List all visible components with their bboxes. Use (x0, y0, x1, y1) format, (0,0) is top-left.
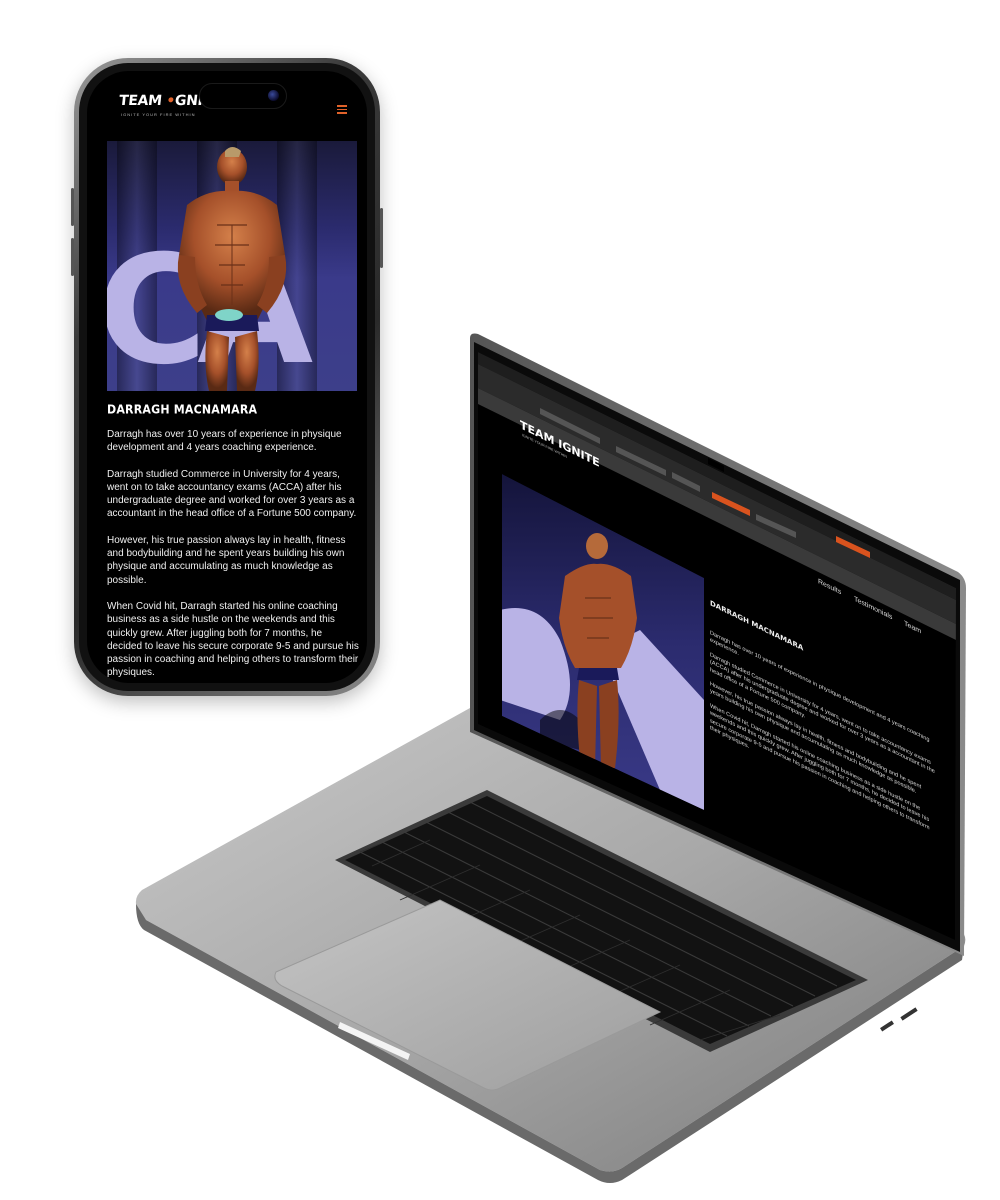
laptop-mockup: TEAM IGNITE IGNITE YOUR FIRE WITHIN Resu… (135, 333, 966, 1183)
